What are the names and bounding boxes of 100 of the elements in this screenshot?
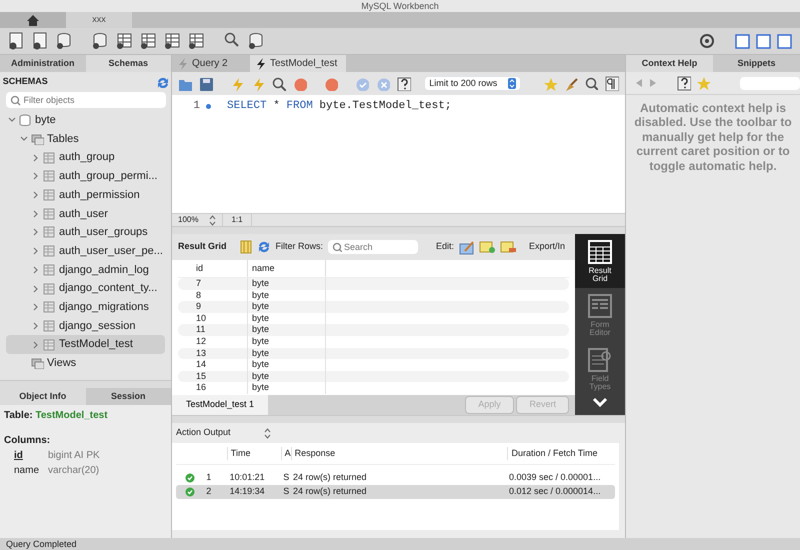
refresh-icon[interactable] [156,76,168,88]
tree-item[interactable]: django_session [6,316,165,336]
column-header[interactable]: Duration / Fetch Time [507,446,615,460]
panel-toggle-icon[interactable] [777,34,792,48]
column-header[interactable]: Time [226,446,281,460]
chevron-right-icon[interactable] [32,247,40,256]
pilcrow-icon[interactable] [605,76,619,91]
table-icon[interactable] [116,32,134,50]
columns-label: Columns: [4,434,50,448]
info-tab[interactable]: Object Info [0,388,86,405]
forward-icon[interactable] [648,77,656,89]
chevron-right-icon[interactable] [32,322,40,330]
search-icon[interactable] [585,77,598,90]
grid-icon [588,240,612,264]
search-icon [10,95,20,106]
table-cell: byte [248,278,326,290]
row-number: 2 [205,485,212,498]
settings-icon[interactable] [699,33,715,49]
tree-item[interactable]: auth_group [6,148,165,168]
chevron-right-icon[interactable] [32,191,40,200]
chevron-right-icon[interactable] [32,154,40,162]
tree-item[interactable]: auth_user [6,204,165,224]
tree-item[interactable]: Tables [6,130,165,148]
table-icon [43,226,56,238]
table-icon [43,152,56,164]
chevron-right-icon[interactable] [32,172,40,180]
tree-item[interactable]: TestModel_test [6,335,165,354]
column-type: varchar(20) [48,464,100,478]
tree-item[interactable]: Views [6,354,165,373]
column-header[interactable]: A [280,446,291,460]
home-tab[interactable] [0,12,66,28]
updown-icon [508,78,516,89]
tree-item[interactable]: django_admin_log [6,260,165,280]
table-icon [43,338,56,351]
columns-icon[interactable] [240,240,252,254]
back-icon[interactable] [634,77,642,89]
duration-text: 0.0039 sec / 0.00001... [508,471,602,484]
time-text: 10:01:21 [228,471,266,484]
home-icon [26,14,40,26]
filter-rows-label: Filter Rows: [276,240,324,254]
connection-tab[interactable]: xxx [66,12,132,28]
chevron-right-icon[interactable] [32,228,40,236]
table-icon [43,245,56,258]
tree-item[interactable]: byte [6,111,165,130]
sidebar-toggle-icon[interactable] [735,34,750,48]
tree-item[interactable]: django_content_ty... [6,279,165,298]
panel-tab[interactable]: Context Help [626,55,713,72]
chevron-right-icon[interactable] [32,210,40,218]
statement-dot-icon [206,104,211,109]
sidebar-tab[interactable]: Schemas [86,55,171,72]
delete-row-icon[interactable] [500,239,516,255]
output-select[interactable]: Action Output [172,423,275,443]
chevron-right-icon[interactable] [32,340,40,349]
column-header[interactable]: id [178,260,248,277]
output-row[interactable]: 2 14:19:34 S 24 row(s) returned 0.012 sec / 0.000014... [176,485,615,499]
folder-icon [31,133,44,146]
refresh-icon[interactable] [256,240,271,254]
table-cell: 7 [178,278,248,290]
action-type: S [282,485,290,498]
help-icon[interactable] [676,76,690,90]
action-type: S [282,471,290,484]
save-icon[interactable] [199,76,213,90]
output-row[interactable]: 1 10:01:21 S 24 row(s) returned 0.0039 sec / 0.00001... [176,471,615,485]
table-icon[interactable] [188,32,206,50]
table-icon [43,320,56,332]
column-header[interactable]: Response [290,446,508,460]
tree-item[interactable]: auth_permission [6,186,165,204]
table-cell: byte [248,370,326,382]
tree-item[interactable]: auth_user_user_pe... [6,242,165,260]
column-name: name [14,464,40,478]
view-button[interactable]: Result Grid [575,234,625,288]
table-cell: 16 [178,382,248,394]
star-icon[interactable] [543,76,557,90]
query-tab[interactable]: TestModel_test [250,55,346,72]
chevron-right-icon[interactable] [32,266,40,274]
column-header[interactable]: name [248,260,326,277]
table-icon[interactable] [164,32,182,50]
tree-item[interactable]: auth_user_groups [6,223,165,242]
table-search-icon [588,348,612,372]
chevron-right-icon[interactable] [32,303,40,312]
chevron-right-icon[interactable] [32,284,40,293]
table-icon [43,264,56,276]
filter-field[interactable]: Filter objects [6,92,166,108]
add-row-icon[interactable] [479,239,496,255]
chevron-down-icon[interactable] [592,396,608,407]
tree-item[interactable]: auth_group_permi... [6,167,165,186]
bolt-icon [178,58,188,70]
table-cell: 15 [178,370,248,382]
search-field[interactable]: Search [328,240,418,254]
table-icon[interactable] [140,32,158,50]
bolt-icon [256,58,266,70]
broom-icon[interactable] [564,76,578,90]
output-toggle-icon[interactable] [756,34,771,48]
limit-select[interactable]: Limit to 200 rows [424,76,522,91]
duration-text: 0.012 sec / 0.000014... [508,485,602,498]
export-label[interactable]: Export/In [529,240,566,254]
sql-statement[interactable]: SELECT * FROM byte.TestModel_test; [227,98,452,114]
result-tab[interactable]: TestModel_test 1 [172,395,268,415]
tree-item[interactable]: django_migrations [6,298,165,317]
edit-icon[interactable] [459,240,474,254]
